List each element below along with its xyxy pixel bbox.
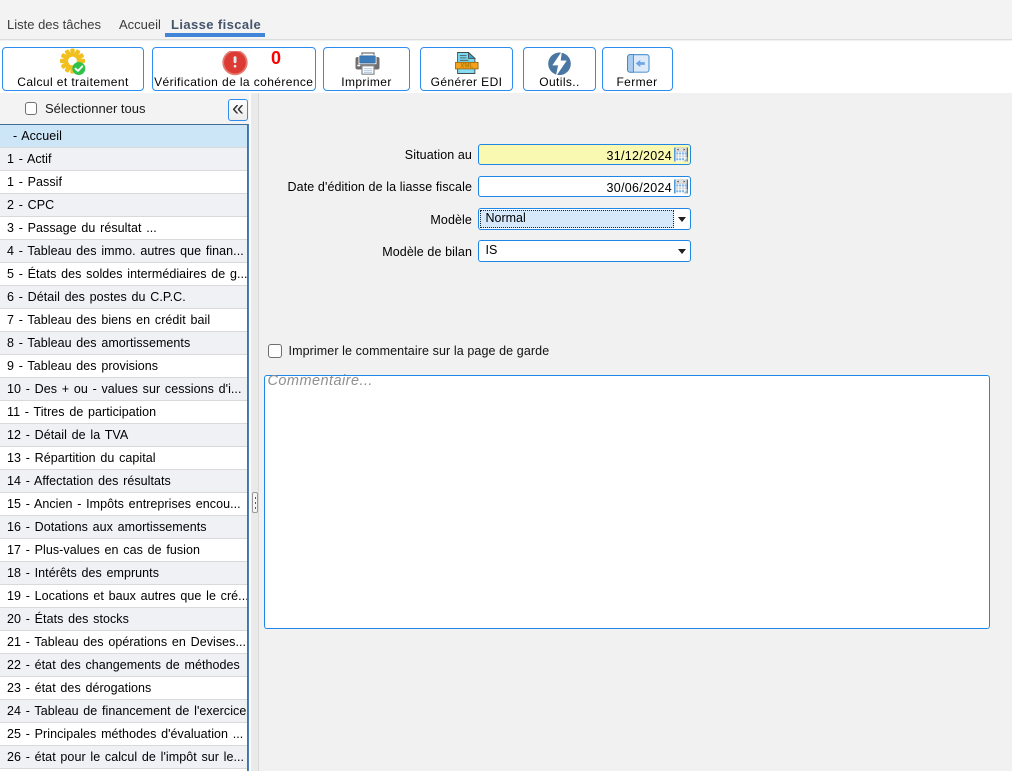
svg-text:XML: XML (460, 63, 473, 70)
